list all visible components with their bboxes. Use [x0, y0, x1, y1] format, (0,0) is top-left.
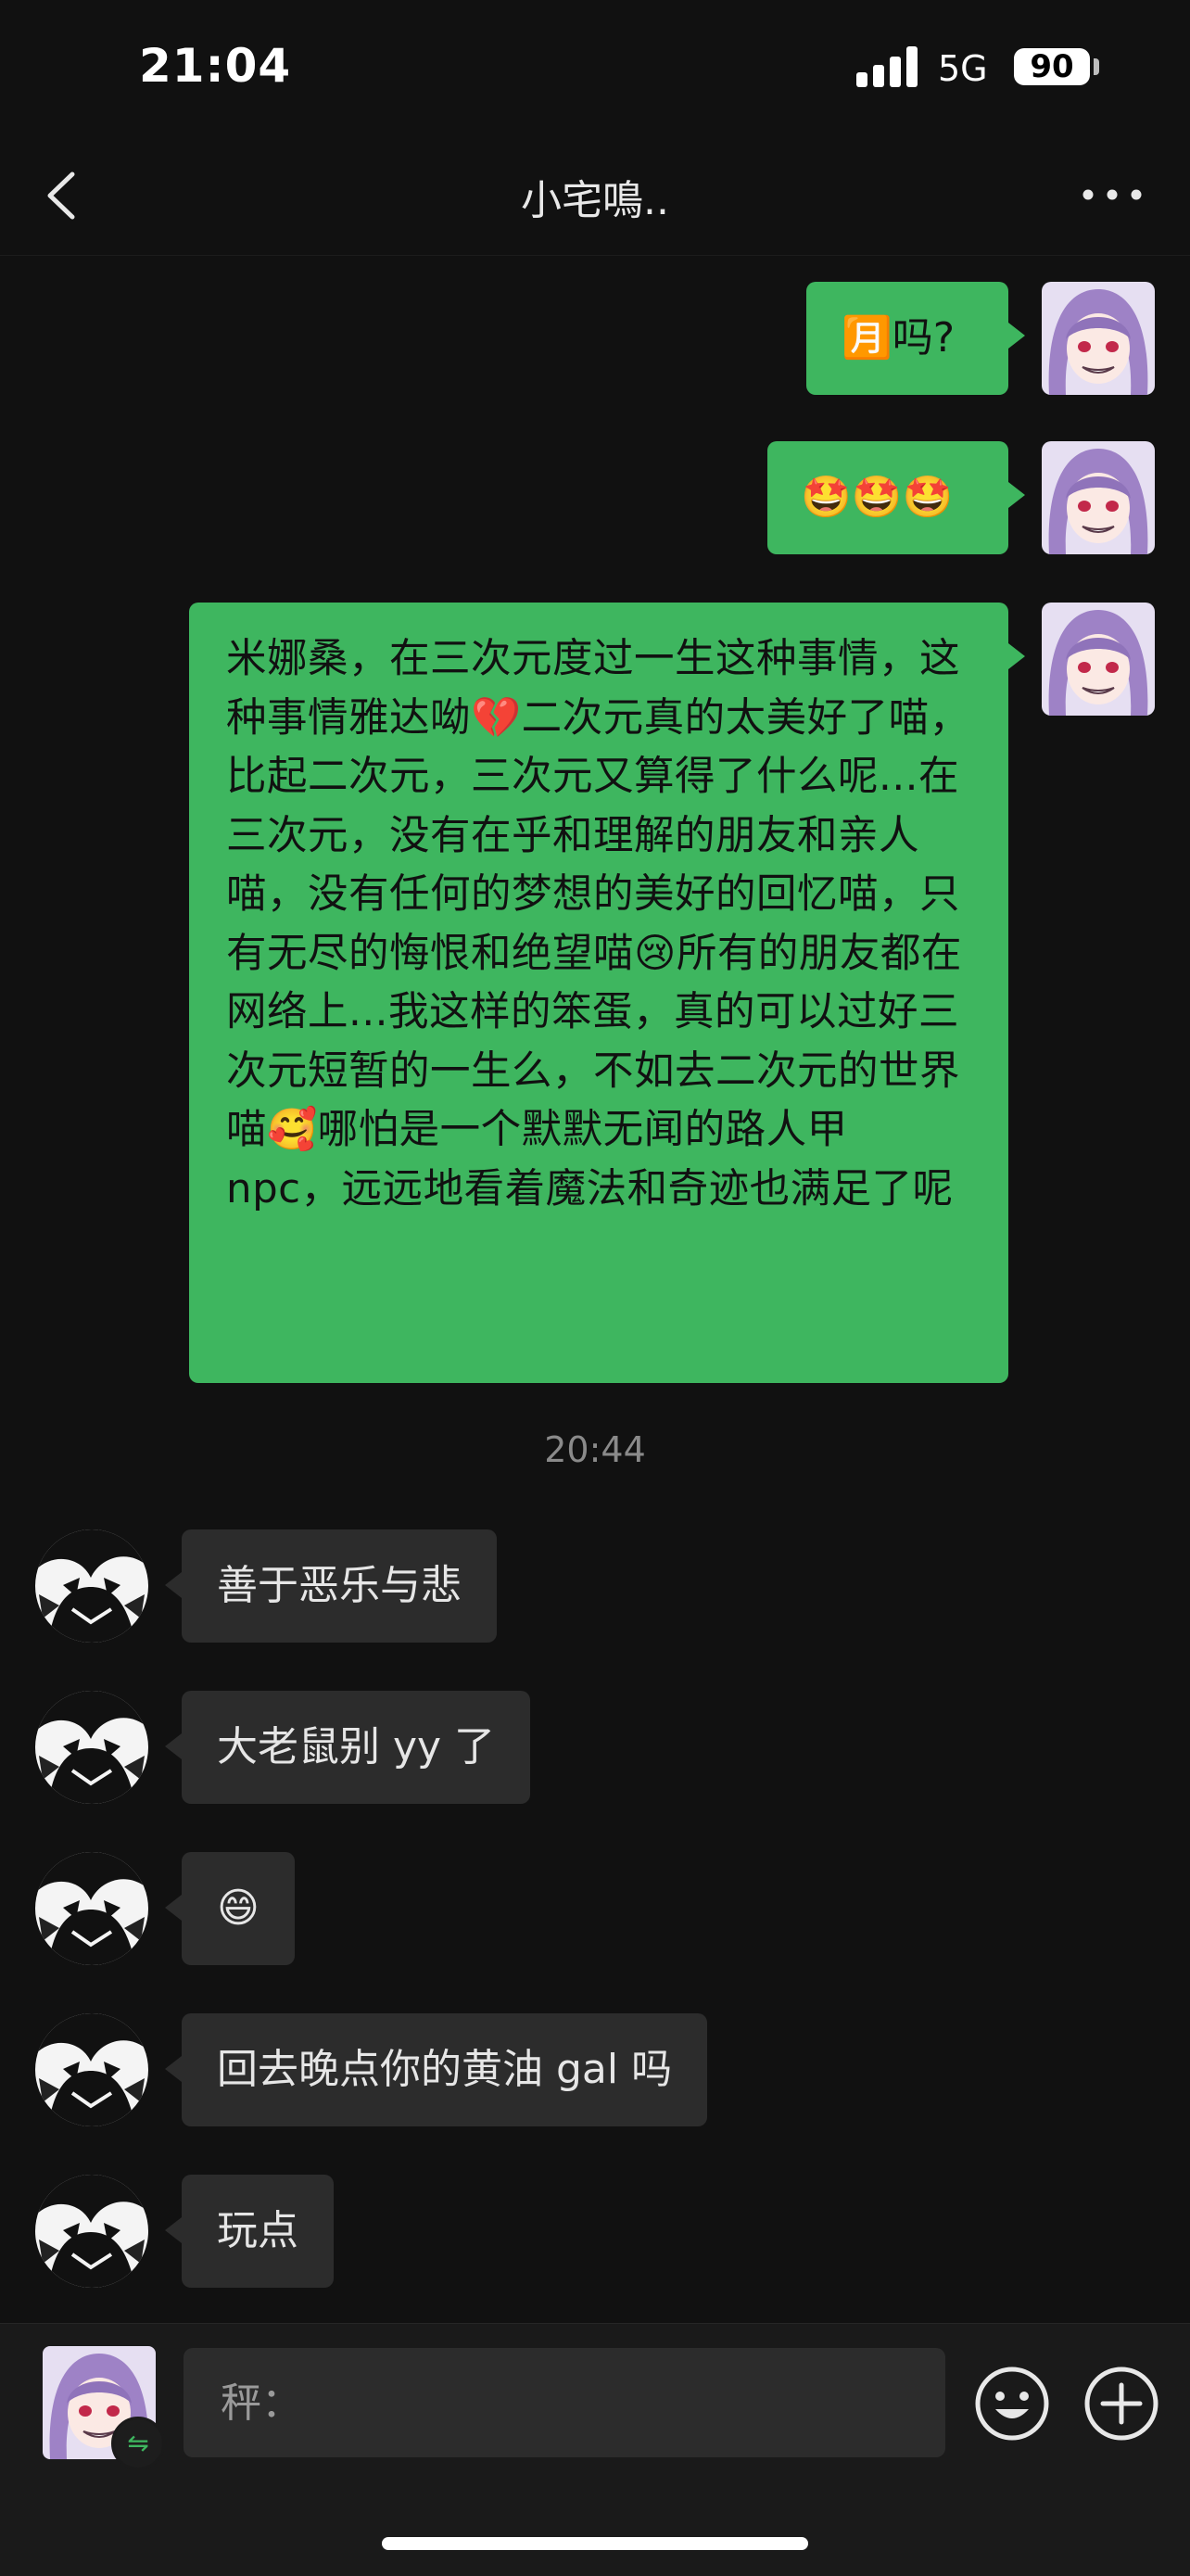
message-timestamp: 20:44: [544, 1429, 646, 1470]
switch-icon[interactable]: ⇋: [111, 2417, 165, 2470]
incoming-message[interactable]: 玩点: [165, 2175, 334, 2288]
message-input[interactable]: [184, 2348, 945, 2457]
chat-area[interactable]: 🈷️吗? 🤩🤩🤩 米娜桑，在三次元度过一生这种事情，这种事情雅达呦💔二次元真的太…: [0, 256, 1190, 2323]
outgoing-message[interactable]: 🈷️吗?: [806, 282, 1025, 395]
home-indicator[interactable]: [382, 2537, 808, 2550]
self-avatar-image: [1042, 441, 1155, 554]
message-text: 善于恶乐与悲: [217, 1562, 462, 1609]
message-text: 😄: [217, 1884, 260, 1932]
incoming-message[interactable]: 大老鼠别 yy 了: [164, 1691, 531, 1804]
self-avatar[interactable]: [1042, 282, 1155, 395]
incoming-message[interactable]: 回去晚点你的黄油 gal 吗: [164, 2013, 708, 2126]
emoji-icon: [975, 2367, 1049, 2441]
message-text: 玩点: [217, 2207, 298, 2254]
outgoing-message[interactable]: 🤩🤩🤩: [767, 441, 1025, 554]
self-avatar[interactable]: [1042, 603, 1155, 716]
contact-avatar[interactable]: [35, 1691, 148, 1804]
message-text: 🈷️吗?: [842, 314, 956, 362]
contact-avatar-image: [35, 1852, 148, 1965]
self-avatar-image: [1042, 282, 1155, 395]
message-text: 米娜桑，在三次元度过一生这种事情，这种事情雅达呦💔二次元真的太美好了喵，比起二次…: [226, 636, 970, 1212]
contact-avatar[interactable]: [35, 1852, 148, 1965]
signal-icon: [856, 46, 918, 87]
status-bar: 21:04 5G 90: [0, 0, 1190, 139]
self-avatar-image: [1042, 603, 1155, 716]
outgoing-message[interactable]: 米娜桑，在三次元度过一生这种事情，这种事情雅达呦💔二次元真的太美好了喵，比起二次…: [189, 603, 1025, 1383]
plus-button[interactable]: [1082, 2365, 1160, 2443]
battery-icon: 90: [1014, 48, 1090, 85]
contact-avatar-image: [35, 2175, 148, 2288]
message-text: 大老鼠别 yy 了: [217, 1723, 496, 1770]
contact-avatar[interactable]: [35, 2013, 148, 2126]
battery-tip: [1094, 58, 1099, 75]
message-text: 🤩🤩🤩: [801, 474, 954, 521]
emoji-button[interactable]: [973, 2365, 1051, 2443]
contact-avatar-image: [35, 1691, 148, 1804]
plus-icon: [1084, 2367, 1158, 2441]
network-type: 5G: [938, 48, 988, 89]
more-button[interactable]: [1077, 167, 1147, 222]
nav-bar: 小宅鳴..: [0, 139, 1190, 256]
back-button[interactable]: [37, 163, 93, 228]
status-time: 21:04: [139, 39, 292, 93]
more-icon: [1082, 189, 1142, 200]
contact-avatar-image: [35, 1529, 148, 1643]
message-text: 回去晚点你的黄油 gal 吗: [217, 2046, 673, 2093]
contact-avatar-image: [35, 2013, 148, 2126]
incoming-message[interactable]: 😄: [165, 1852, 295, 1965]
chat-title: 小宅鳴..: [521, 177, 669, 224]
contact-avatar[interactable]: [35, 2175, 148, 2288]
contact-avatar[interactable]: [35, 1529, 148, 1643]
incoming-message[interactable]: 善于恶乐与悲: [165, 1529, 497, 1643]
back-icon: [47, 171, 75, 220]
self-avatar[interactable]: [1042, 441, 1155, 554]
